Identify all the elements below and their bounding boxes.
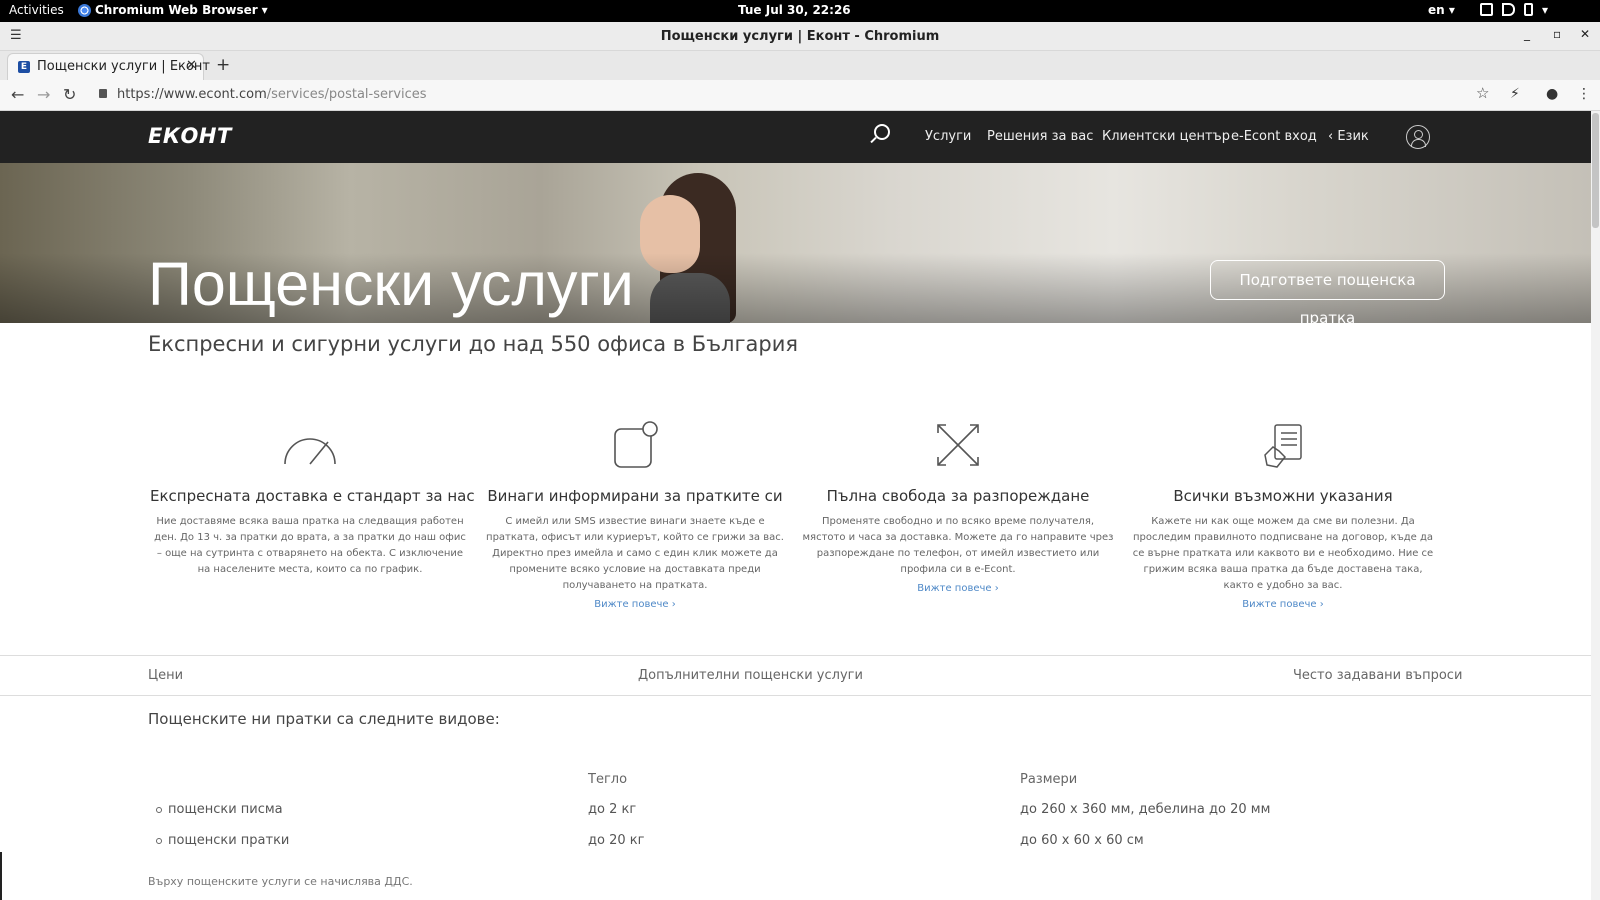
feature-title: Експресната доставка е стандарт за нас	[150, 487, 475, 505]
language-label: en	[1428, 3, 1445, 17]
expand-arrows-icon	[798, 411, 1118, 469]
econt-logo[interactable]: EКОНТ	[148, 124, 232, 148]
feature-express-delivery: Експресната доставка е стандарт за нас Н…	[150, 411, 475, 578]
language-indicator[interactable]: en ▾	[1428, 3, 1455, 17]
url-text: https://www.econt.com/services/postal-se…	[117, 87, 427, 102]
row-type-label: пощенски пратки	[168, 833, 290, 848]
system-tray[interactable]: ▾	[1480, 3, 1548, 17]
page-edge-marker	[0, 852, 2, 900]
feature-text: Кажете ни как още можем да сме ви полезн…	[1132, 516, 1434, 591]
back-icon[interactable]: ←	[11, 85, 24, 104]
site-header: EКОНТ Услуги Решения за вас Клиентски це…	[0, 111, 1591, 163]
page-subtitle: Експресни и сигурни услуги до над 550 оф…	[148, 332, 798, 356]
see-more-link[interactable]: Вижте повече ›	[475, 599, 795, 610]
feature-always-informed: Винаги информирани за пратките си С имей…	[475, 411, 795, 610]
table-row-size: до 60 х 60 х 60 см	[1020, 833, 1144, 848]
section-subnav: Цени Допълнителни пощенски услуги Често …	[0, 655, 1591, 696]
feature-text: Ние доставяме всяка ваша пратка на следв…	[154, 516, 466, 575]
page-title: Пощенски услуги	[148, 250, 634, 318]
scrollbar-thumb[interactable]	[1592, 113, 1599, 228]
feature-full-freedom: Пълна свобода за разпореждане Променяте …	[798, 411, 1118, 594]
web-page: EКОНТ Услуги Решения за вас Клиентски це…	[0, 111, 1600, 900]
chevron-down-icon: ▾	[1542, 3, 1549, 17]
tab-strip: Е Пощенски услуги | Еконт ✕ +	[0, 51, 1600, 80]
app-menu[interactable]: Chromium Web Browser ▾	[78, 3, 268, 17]
table-row-size: до 260 х 360 мм, дебелина до 20 мм	[1020, 802, 1271, 817]
extension-icon[interactable]: ⚡	[1510, 86, 1520, 102]
search-icon[interactable]	[874, 124, 890, 140]
clock[interactable]: Tue Jul 30, 22:26	[738, 3, 851, 17]
table-row-type: пощенски пратки	[156, 833, 289, 848]
volume-icon	[1502, 3, 1515, 16]
activities-button[interactable]: Activities	[9, 3, 64, 17]
econt-favicon-icon: Е	[18, 61, 30, 73]
section-heading: Пощенските ни пратки са следните видове:	[148, 710, 500, 728]
browser-tab[interactable]: Е Пощенски услуги | Еконт ✕	[7, 53, 210, 80]
system-top-bar: Activities Chromium Web Browser ▾ Tue Ju…	[0, 0, 1600, 22]
reload-icon[interactable]: ↻	[63, 85, 76, 104]
tab-close-icon[interactable]: ✕	[186, 58, 197, 73]
app-menu-label: Chromium Web Browser	[95, 3, 258, 17]
table-row-weight: до 2 кг	[588, 802, 637, 817]
nav-client-center[interactable]: Клиентски център	[1102, 129, 1230, 144]
bullet-icon	[156, 806, 162, 813]
see-more-link[interactable]: Вижте повече ›	[1123, 599, 1443, 610]
subnav-faq[interactable]: Често задавани въпроси	[1293, 668, 1462, 683]
kebab-menu-icon[interactable]: ⋮	[1577, 86, 1591, 102]
nav-language[interactable]: ‹ Език	[1328, 129, 1369, 144]
address-bar[interactable]: https://www.econt.com/services/postal-se…	[90, 83, 1490, 107]
notification-icon	[475, 411, 795, 469]
lock-icon	[99, 89, 107, 98]
row-type-label: пощенски писма	[168, 802, 283, 817]
browser-toolbar: ← → ↻ https://www.econt.com/services/pos…	[0, 80, 1600, 111]
tab-title: Пощенски услуги | Еконт	[37, 59, 210, 74]
subnav-additional-services[interactable]: Допълнителни пощенски услуги	[638, 668, 863, 683]
prepare-shipment-button[interactable]: Подгответе пощенска пратка	[1210, 260, 1445, 323]
feature-title: Всички възможни указания	[1173, 487, 1393, 505]
vat-note: Върху пощенските услуги се начислява ДДС…	[148, 875, 413, 888]
profile-icon[interactable]: ●	[1546, 86, 1558, 102]
bullet-icon	[156, 837, 162, 844]
nav-services[interactable]: Услуги	[925, 129, 971, 144]
user-account-icon[interactable]	[1406, 125, 1430, 149]
minimize-icon[interactable]: _	[1524, 27, 1530, 41]
table-row-type: пощенски писма	[156, 802, 283, 817]
hand-document-icon	[1123, 411, 1443, 469]
feature-text: С имейл или SMS известие винаги знаете к…	[486, 516, 784, 591]
window-titlebar: ☰ Пощенски услуги | Еконт - Chromium _ ▫…	[0, 22, 1600, 51]
speedometer-icon	[150, 411, 470, 469]
page-scrollbar[interactable]	[1591, 111, 1600, 900]
feature-title: Винаги информирани за пратките си	[487, 487, 783, 505]
url-host: https://www.econt.com	[117, 87, 267, 102]
column-header-size: Размери	[1020, 772, 1078, 787]
feature-all-instructions: Всички възможни указания Кажете ни как о…	[1123, 411, 1443, 610]
hero-banner: Пощенски услуги Подгответе пощенска прат…	[0, 163, 1591, 323]
window-icon	[1480, 3, 1493, 16]
table-row-weight: до 20 кг	[588, 833, 645, 848]
close-window-icon[interactable]: ✕	[1580, 27, 1590, 41]
column-header-weight: Тегло	[588, 772, 628, 787]
forward-icon[interactable]: →	[37, 85, 50, 104]
window-title: Пощенски услуги | Еконт - Chromium	[660, 29, 940, 44]
bookmark-star-icon[interactable]: ☆	[1476, 84, 1489, 102]
feature-text: Променяте свободно и по всяко време полу…	[802, 516, 1114, 575]
nav-solutions[interactable]: Решения за вас	[987, 129, 1093, 144]
url-path: /services/postal-services	[266, 87, 427, 102]
chromium-icon	[78, 3, 91, 17]
battery-icon	[1524, 3, 1533, 16]
feature-title: Пълна свобода за разпореждане	[826, 487, 1090, 505]
see-more-link[interactable]: Вижте повече ›	[798, 583, 1118, 594]
subnav-prices[interactable]: Цени	[148, 668, 183, 683]
new-tab-icon[interactable]: +	[216, 55, 230, 75]
caret-down-icon: ▾	[261, 3, 268, 17]
nav-e-econt-login[interactable]: e-Econt вход	[1231, 129, 1317, 144]
maximize-icon[interactable]: ▫	[1553, 27, 1561, 41]
